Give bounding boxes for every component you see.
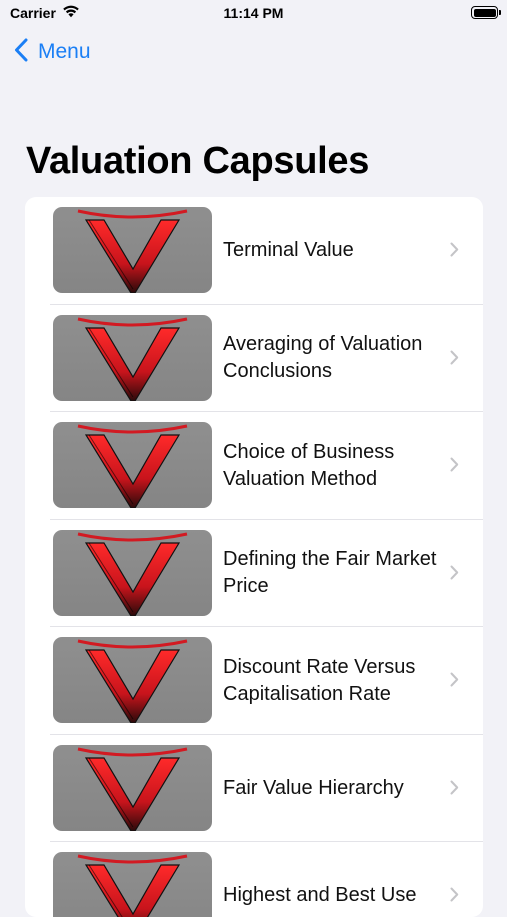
list-item-label: Defining the Fair Market Price [223,520,443,627]
chevron-right-icon [450,887,459,907]
list-item-label: Terminal Value [223,197,443,304]
list-item-label: Fair Value Hierarchy [223,735,443,842]
chevron-left-icon [14,38,28,67]
chevron-right-icon [450,457,459,477]
list-item-text: Fair Value Hierarchy [223,776,404,799]
capsule-list: Terminal Value Averaging of Valuation Co… [25,197,483,917]
list-item-3[interactable]: Choice of Business Valuation Method [25,412,483,520]
list-item-text: Highest and Best Use [223,884,417,906]
list-item-label: Averaging of Valuation Conclusions [223,305,443,412]
status-bar: Carrier 11:14 PM [0,0,507,28]
valuation-logo-icon [53,852,212,917]
list-item-7[interactable]: Highest and Best Use [25,842,483,917]
list-item-1[interactable]: Terminal Value [25,197,483,305]
valuation-logo-icon [53,314,212,401]
chevron-right-icon [450,672,459,692]
list-item-label: Choice of Business Valuation Method [223,412,443,519]
list-item-6[interactable]: Fair Value Hierarchy [25,735,483,842]
list-item-label: Highest and Best Use [223,842,443,917]
list-item-2[interactable]: Averaging of Valuation Conclusions [25,305,483,412]
battery-icon [471,6,501,19]
list-item-text: Averaging of Valuation Conclusions [223,333,423,382]
list-item-5[interactable]: Discount Rate Versus Capitalisation Rate [25,627,483,735]
list-item-label: Discount Rate Versus Capitalisation Rate [223,627,443,734]
valuation-logo-icon [53,529,212,616]
back-button[interactable]: Menu [14,37,91,67]
list-item-text: Discount Rate Versus Capitalisation Rate [223,655,416,705]
chevron-right-icon [450,242,459,262]
valuation-logo-icon [53,637,212,723]
valuation-logo-icon [53,422,212,508]
list-item-text: Defining the Fair Market Price [223,548,437,597]
back-label: Menu [38,40,91,63]
valuation-logo-icon [53,207,212,293]
page-title: Valuation Capsules [26,140,370,182]
chevron-right-icon [450,780,459,800]
clock: 11:14 PM [223,5,284,21]
valuation-logo-icon [53,744,212,831]
chevron-right-icon [450,565,459,585]
chevron-right-icon [450,350,459,370]
list-item-4[interactable]: Defining the Fair Market Price [25,520,483,627]
list-item-text: Terminal Value [223,239,354,261]
list-item-text: Choice of Business Valuation Method [223,440,395,490]
